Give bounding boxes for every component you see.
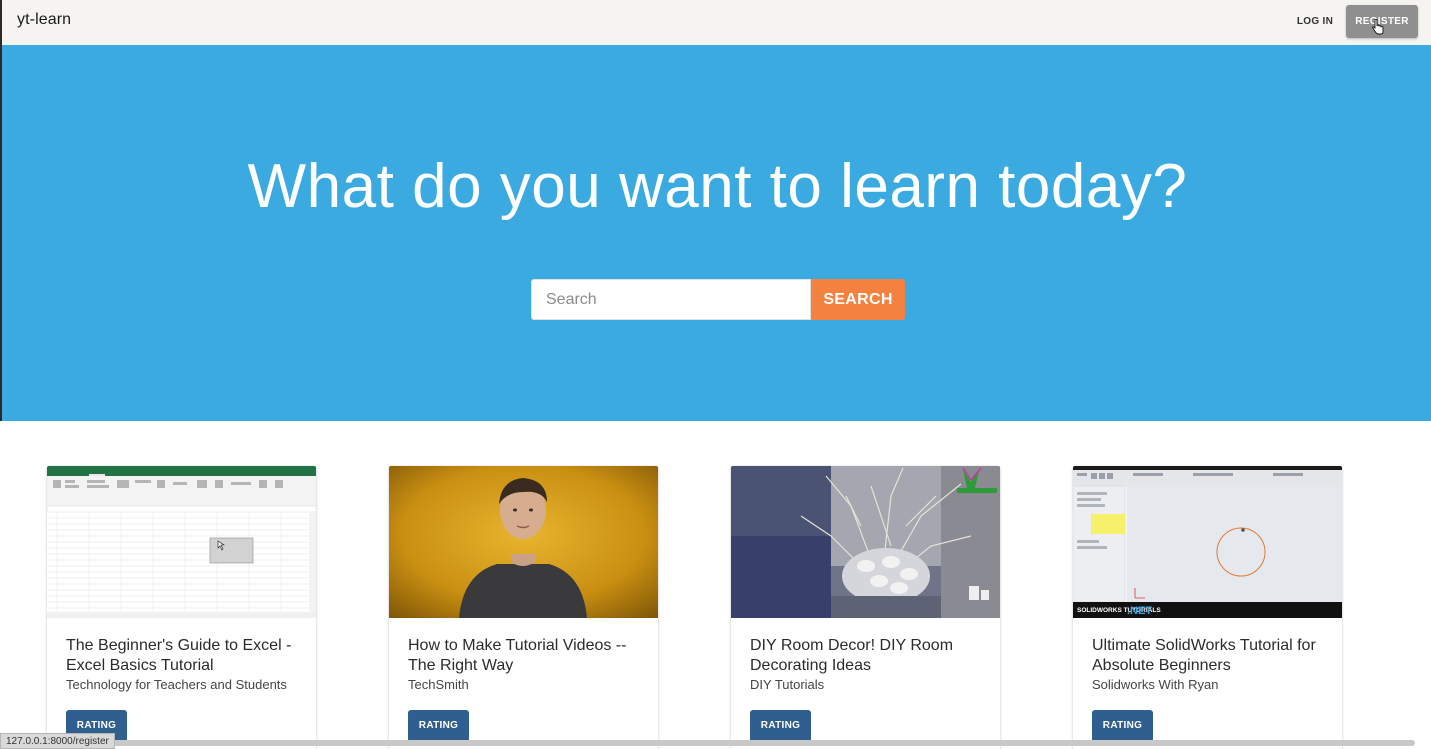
hero-title: What do you want to learn today?	[247, 152, 1188, 221]
hero-banner: What do you want to learn today? SEARCH	[0, 45, 1431, 421]
rating-button[interactable]: RATING	[1092, 710, 1153, 742]
excel-spreadsheet-thumbnail[interactable]	[47, 466, 316, 618]
rating-button[interactable]: RATING	[408, 710, 469, 742]
video-title[interactable]: DIY Room Decor! DIY Room Decorating Idea…	[750, 636, 986, 676]
video-channel: TechSmith	[408, 677, 469, 692]
video-card-solidworks[interactable]: SOLIDWORKS TUTORIALS .NET Ultimate Solid…	[1073, 466, 1342, 749]
login-button[interactable]: LOG IN	[1286, 8, 1344, 36]
brand-logo[interactable]: yt-learn	[17, 11, 71, 29]
video-card-techsmith[interactable]: How to Make Tutorial Videos -- The Right…	[389, 466, 658, 749]
decor-branches-vase-thumbnail[interactable]	[731, 466, 1000, 618]
search-input[interactable]	[531, 279, 811, 320]
solidworks-net-caption: .NET	[1127, 605, 1152, 617]
video-card-diy[interactable]: DIY Room Decor! DIY Room Decorating Idea…	[731, 466, 1000, 749]
video-title[interactable]: The Beginner's Guide to Excel - Excel Ba…	[66, 636, 302, 676]
solidworks-sketch-thumbnail[interactable]: SOLIDWORKS TUTORIALS .NET	[1073, 466, 1342, 618]
search-button[interactable]: SEARCH	[811, 279, 905, 320]
video-channel: Solidworks With Ryan	[1092, 677, 1219, 692]
top-navbar: yt-learn LOG IN REGISTER	[0, 0, 1431, 45]
video-title[interactable]: Ultimate SolidWorks Tutorial for Absolut…	[1092, 636, 1328, 676]
video-channel: DIY Tutorials	[750, 677, 825, 692]
horizontal-scrollbar[interactable]	[110, 740, 1415, 746]
rating-button[interactable]: RATING	[750, 710, 811, 742]
presenter-yellow-background-thumbnail[interactable]	[389, 466, 658, 618]
video-title[interactable]: How to Make Tutorial Videos -- The Right…	[408, 636, 644, 676]
video-channel: Technology for Teachers and Students	[66, 677, 287, 692]
page: yt-learn LOG IN REGISTER What do you wan…	[0, 0, 1431, 749]
pointer-cursor-icon	[1372, 19, 1384, 35]
link-status-bar: 127.0.0.1:8000/register	[0, 733, 115, 749]
video-card-excel[interactable]: The Beginner's Guide to Excel - Excel Ba…	[47, 466, 316, 749]
